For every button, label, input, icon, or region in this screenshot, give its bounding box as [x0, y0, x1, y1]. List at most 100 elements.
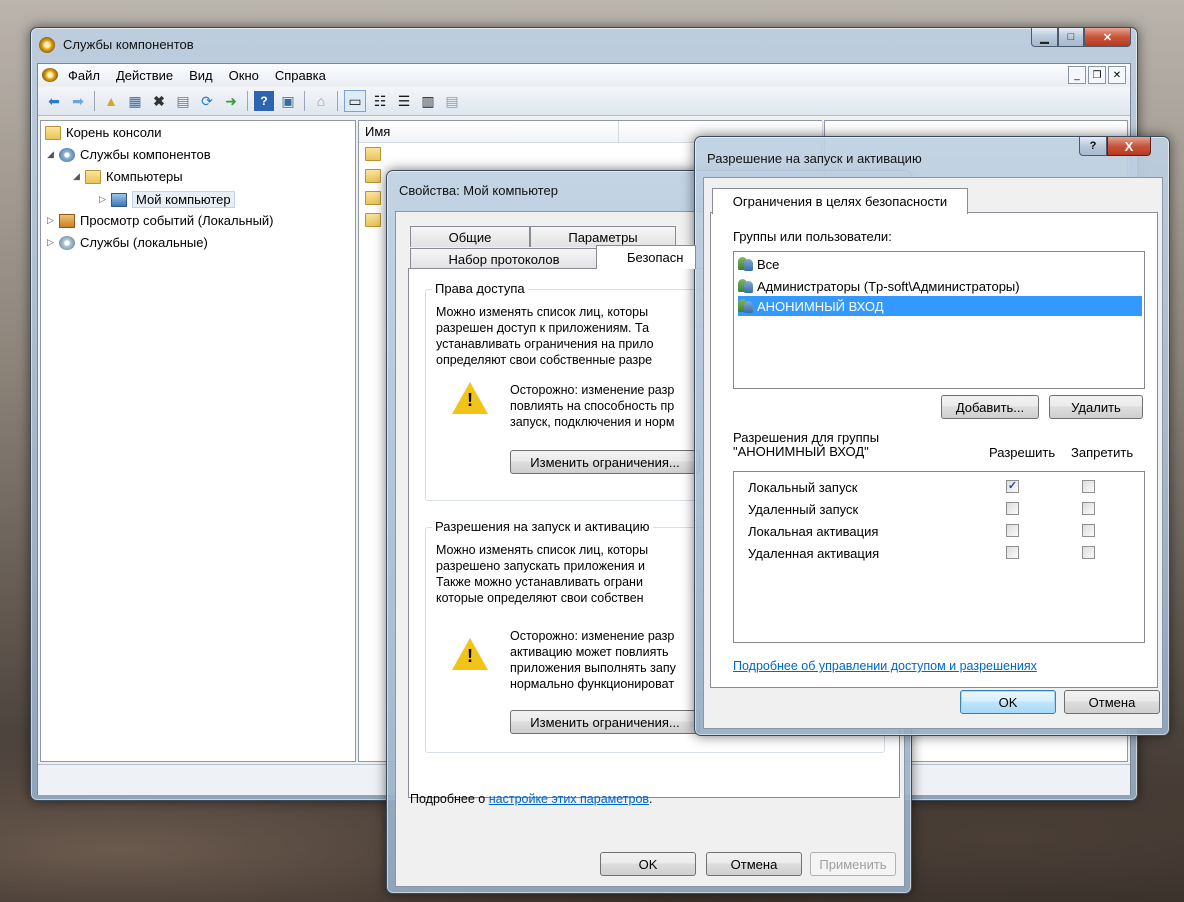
- expanded-triangle-icon[interactable]: ◢: [73, 171, 85, 182]
- services-icon: [59, 235, 75, 250]
- help-button[interactable]: ?: [1079, 137, 1107, 156]
- edit-limits-button-launch[interactable]: Изменить ограничения...: [510, 710, 700, 734]
- perms-for-label: Разрешения для группы "АНОНИМНЫЙ ВХОД": [733, 430, 880, 459]
- back-arrow-icon[interactable]: ⬅: [44, 91, 64, 111]
- warning-icon-mark: !: [467, 646, 473, 666]
- app-icon: [39, 37, 55, 53]
- footer-text: Подробнее о настройке этих параметров.: [410, 792, 653, 806]
- delete-icon[interactable]: ✖: [149, 91, 169, 111]
- user-group-icon: [738, 257, 754, 271]
- window-title: Службы компонентов: [63, 37, 194, 52]
- deny-checkbox[interactable]: [1082, 480, 1095, 493]
- column-header-name[interactable]: Имя: [359, 121, 619, 143]
- computer-icon: [111, 192, 127, 207]
- mdi-minimize-button[interactable]: _: [1068, 66, 1086, 84]
- launch-warning: Осторожно: изменение разр активацию може…: [510, 629, 676, 691]
- tree-item-my-computer[interactable]: ▷ Мой компьютер: [99, 191, 235, 208]
- dialog-client: Ограничения в целях безопасности Группы …: [703, 177, 1163, 729]
- ok-button[interactable]: OK: [960, 690, 1056, 714]
- menu-view[interactable]: Вид: [181, 68, 221, 83]
- menu-action[interactable]: Действие: [108, 68, 181, 83]
- tab-protocols[interactable]: Набор протоколов: [410, 248, 598, 269]
- show-hide-tree-icon[interactable]: ▦: [125, 91, 145, 111]
- user-item-everyone[interactable]: Все: [738, 254, 1142, 274]
- tree-item-console-root[interactable]: Корень консоли: [45, 125, 162, 140]
- warning-icon-mark: !: [467, 390, 473, 410]
- collapsed-triangle-icon[interactable]: ▷: [47, 237, 59, 248]
- launch-permission-dialog: Разрешение на запуск и активацию ? X Огр…: [694, 136, 1170, 736]
- list-view-icon[interactable]: ☰: [394, 91, 414, 111]
- deny-checkbox[interactable]: [1082, 524, 1095, 537]
- minimize-button[interactable]: ▁: [1031, 28, 1058, 47]
- menu-window[interactable]: Окно: [221, 68, 267, 83]
- menu-icon: [42, 68, 58, 82]
- mdi-restore-button[interactable]: ❐: [1088, 66, 1106, 84]
- menu-file[interactable]: Файл: [60, 68, 108, 83]
- access-description: Можно изменять список лиц, которы разреш…: [436, 305, 654, 367]
- caption-buttons: ▁ □ ✕: [1031, 28, 1131, 48]
- detail-view-icon[interactable]: ▥: [418, 91, 438, 111]
- cancel-button[interactable]: Отмена: [1064, 690, 1160, 714]
- dialog-title: Разрешение на запуск и активацию: [707, 151, 922, 166]
- large-icons-view-icon[interactable]: ▭: [344, 90, 366, 112]
- toolbar: ⬅ ➡ ▲ ▦ ✖ ▤ ⟳ ➜ ? ▣ ⌂ ▭ ☷ ☰ ▥ ▤: [38, 87, 1130, 116]
- allow-checkbox[interactable]: [1006, 524, 1019, 537]
- tab-options[interactable]: Параметры: [530, 226, 676, 247]
- deny-checkbox[interactable]: [1082, 502, 1095, 515]
- allow-checkbox[interactable]: [1006, 502, 1019, 515]
- mdi-close-button[interactable]: ✕: [1108, 66, 1126, 84]
- users-listbox[interactable]: Все Администраторы (Tp-soft\Администрато…: [733, 251, 1145, 389]
- folder-icon: [365, 213, 381, 227]
- add-button[interactable]: Добавить...: [941, 395, 1039, 419]
- remove-button[interactable]: Удалить: [1049, 395, 1143, 419]
- help-icon[interactable]: ?: [254, 91, 274, 111]
- console-tree: Корень консоли ◢ Службы компонентов ◢ Комп…: [40, 120, 356, 762]
- settings-help-link[interactable]: настройке этих параметров: [489, 792, 649, 806]
- up-folder-icon[interactable]: ▲: [101, 91, 121, 111]
- forward-arrow-icon[interactable]: ➡: [68, 91, 88, 111]
- group-label: Права доступа: [432, 281, 528, 296]
- menu-help[interactable]: Справка: [267, 68, 334, 83]
- collapsed-triangle-icon[interactable]: ▷: [47, 215, 59, 226]
- tree-item-computers[interactable]: ◢ Компьютеры: [73, 169, 183, 184]
- dialog-title: Свойства: Мой компьютер: [399, 183, 558, 198]
- edit-limits-button[interactable]: Изменить ограничения...: [510, 450, 700, 474]
- properties-icon[interactable]: ▤: [173, 91, 193, 111]
- tree-item-event-viewer[interactable]: ▷ Просмотр событий (Локальный): [47, 213, 274, 228]
- collapsed-triangle-icon[interactable]: ▷: [99, 194, 111, 205]
- deny-checkbox[interactable]: [1082, 546, 1095, 559]
- small-icons-view-icon[interactable]: ☷: [370, 91, 390, 111]
- refresh-icon[interactable]: ⟳: [197, 91, 217, 111]
- expanded-triangle-icon[interactable]: ◢: [47, 149, 59, 160]
- user-item-anonymous[interactable]: АНОНИМНЫЙ ВХОД: [738, 296, 1142, 316]
- action-pane-icon[interactable]: ▣: [278, 91, 298, 111]
- cancel-button[interactable]: Отмена: [706, 852, 802, 876]
- tree-item-services[interactable]: ▷ Службы (локальные): [47, 235, 208, 250]
- allow-column-header: Разрешить: [989, 445, 1056, 460]
- allow-checkbox[interactable]: [1006, 546, 1019, 559]
- folder-icon: [85, 169, 101, 184]
- tab-security[interactable]: Безопасн: [596, 245, 696, 269]
- tab-general[interactable]: Общие: [410, 226, 530, 247]
- folder-icon: [365, 169, 381, 183]
- apply-button[interactable]: Применить: [810, 852, 896, 876]
- close-button[interactable]: X: [1107, 137, 1151, 156]
- export-list-icon[interactable]: ➜: [221, 91, 241, 111]
- close-button[interactable]: ✕: [1084, 28, 1131, 47]
- maximize-button[interactable]: □: [1058, 28, 1084, 47]
- launch-description: Можно изменять список лиц, которы разреш…: [436, 543, 649, 605]
- ok-button[interactable]: OK: [600, 852, 696, 876]
- user-item-administrators[interactable]: Администраторы (Tp-soft\Администраторы): [738, 276, 1142, 296]
- access-warning: Осторожно: изменение разр повлиять на сп…: [510, 383, 675, 429]
- status-view-icon[interactable]: ▤: [442, 91, 462, 111]
- folder-icon: [365, 147, 381, 161]
- new-object-icon[interactable]: ⌂: [311, 91, 331, 111]
- user-group-icon: [738, 279, 754, 293]
- deny-column-header: Запретить: [1071, 445, 1134, 460]
- learn-more-link[interactable]: Подробнее об управлении доступом и разре…: [733, 659, 1037, 673]
- user-group-icon: [738, 299, 754, 313]
- tree-item-component-services[interactable]: ◢ Службы компонентов: [47, 147, 211, 162]
- allow-checkbox[interactable]: ✓: [1006, 480, 1019, 493]
- groups-label: Группы или пользователи:: [733, 229, 892, 244]
- tab-security-limits[interactable]: Ограничения в целях безопасности: [712, 188, 968, 214]
